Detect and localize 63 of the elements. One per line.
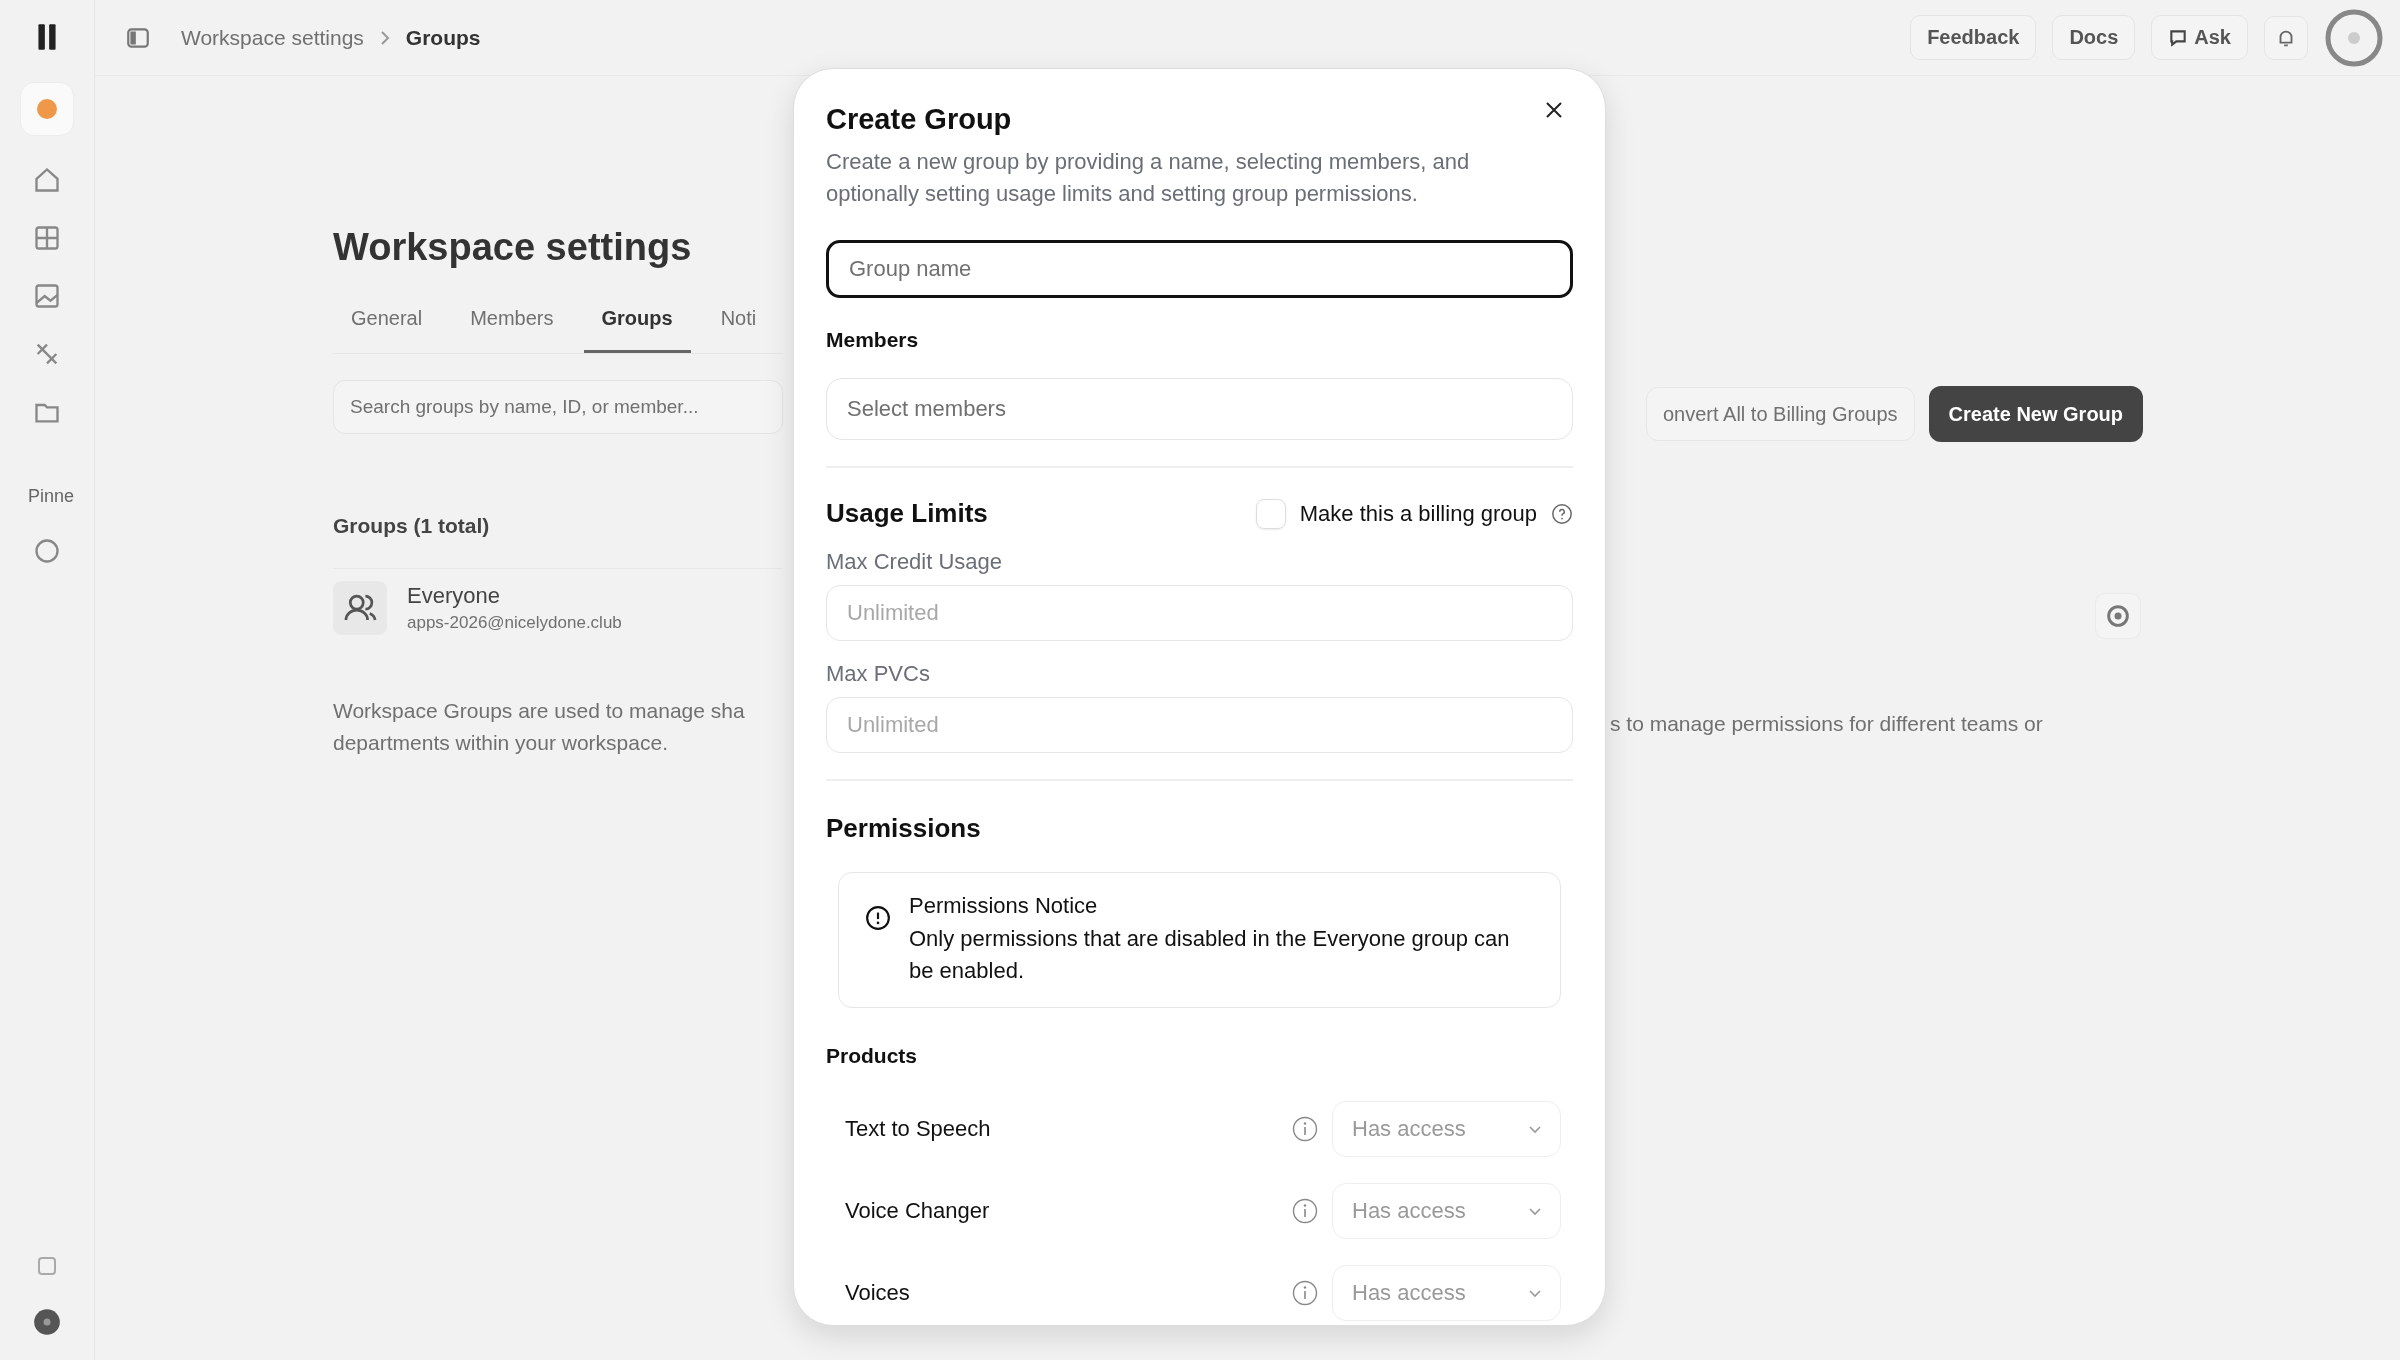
access-select[interactable]: Has access <box>1332 1265 1561 1321</box>
group-name: Everyone <box>407 583 501 609</box>
dialog-title: Create Group <box>826 103 1012 136</box>
limit-field[interactable]: Unlimited <box>826 585 1573 641</box>
product-name: Voices <box>845 1280 910 1306</box>
group-row[interactable]: Everyone apps-2026@nicelydone.club <box>333 568 783 659</box>
group-name-field[interactable]: Group name <box>826 240 1573 298</box>
sidebar-section-label: Pinne <box>27 486 75 507</box>
alert-icon <box>865 905 891 931</box>
create-group-button[interactable]: Create New Group <box>1928 386 2144 442</box>
page-title: Workspace settings <box>333 226 693 269</box>
info-icon[interactable] <box>1292 1116 1318 1142</box>
field-label: Max Credit Usage <box>826 549 1004 575</box>
home-icon[interactable] <box>33 166 61 194</box>
section-title: Permissions <box>826 813 982 844</box>
tab[interactable]: General <box>333 291 441 353</box>
billing-checkbox-label: Make this a billing group <box>1299 500 1537 527</box>
description-line: s to manage permissions for different teams or <box>1609 711 2044 737</box>
breadcrumb-item[interactable]: Groups <box>405 25 481 50</box>
info-icon[interactable] <box>1292 1280 1318 1306</box>
groups-heading: Groups (1 total) <box>333 514 491 538</box>
notice-title: Permissions Notice <box>909 893 1099 919</box>
notice-text: Only permissions that are disabled in the Everyone group can be enabled. <box>909 925 1511 985</box>
tab[interactable]: Groups <box>583 291 691 353</box>
settings-icon <box>2104 602 2132 630</box>
access-select[interactable]: Has access <box>1332 1101 1561 1157</box>
chat-icon <box>2168 27 2189 48</box>
members-field[interactable]: Select members <box>826 378 1573 440</box>
info-icon[interactable] <box>1292 1198 1318 1224</box>
search-field[interactable]: Search groups by name, ID, or member... <box>333 380 783 434</box>
app-logo-icon[interactable] <box>36 22 58 52</box>
topbar-button[interactable]: Ask <box>2151 15 2248 60</box>
image-icon[interactable] <box>33 282 61 310</box>
convert-button[interactable]: onvert All to Billing Groups <box>1646 387 1915 441</box>
workspace-button[interactable] <box>20 82 74 136</box>
topbar-button[interactable]: Docs <box>2052 15 2136 60</box>
avatar-icon[interactable] <box>2324 7 2384 68</box>
circle-icon[interactable] <box>33 537 61 565</box>
breadcrumb-item[interactable]: Workspace settings <box>181 25 364 50</box>
tab[interactable]: Noti <box>702 291 775 353</box>
description-line: Workspace Groups are used to manage sha <box>333 698 746 724</box>
close-icon <box>1545 101 1563 119</box>
tab[interactable]: Members <box>452 291 572 353</box>
grid-icon[interactable] <box>33 224 61 252</box>
product-name: Text to Speech <box>845 1116 991 1142</box>
description-line: departments within your workspace. <box>333 730 669 756</box>
dialog-description: Create a new group by providing a name, selecting members, and optionally setting usage limits and setting group permissions. <box>826 148 1471 208</box>
products-label: Products <box>826 1044 918 1068</box>
product-name: Voice Changer <box>845 1198 990 1224</box>
topbar-button[interactable]: Feedback <box>1910 15 2037 60</box>
limit-field[interactable]: Unlimited <box>826 697 1573 753</box>
panel-icon[interactable] <box>35 1254 59 1278</box>
section-title: Usage Limits <box>826 498 988 529</box>
group-email: apps-2026@nicelydone.club <box>407 613 622 633</box>
notifications-button[interactable] <box>2264 15 2308 60</box>
group-settings-button[interactable] <box>2095 593 2141 639</box>
access-select[interactable]: Has access <box>1332 1183 1561 1239</box>
workspace-icon <box>35 97 59 121</box>
chevron-right-icon <box>379 29 390 46</box>
billing-checkbox[interactable] <box>1255 498 1286 529</box>
members-label: Members <box>826 328 920 352</box>
field-label: Max PVCs <box>826 661 931 687</box>
users-icon <box>333 581 387 635</box>
